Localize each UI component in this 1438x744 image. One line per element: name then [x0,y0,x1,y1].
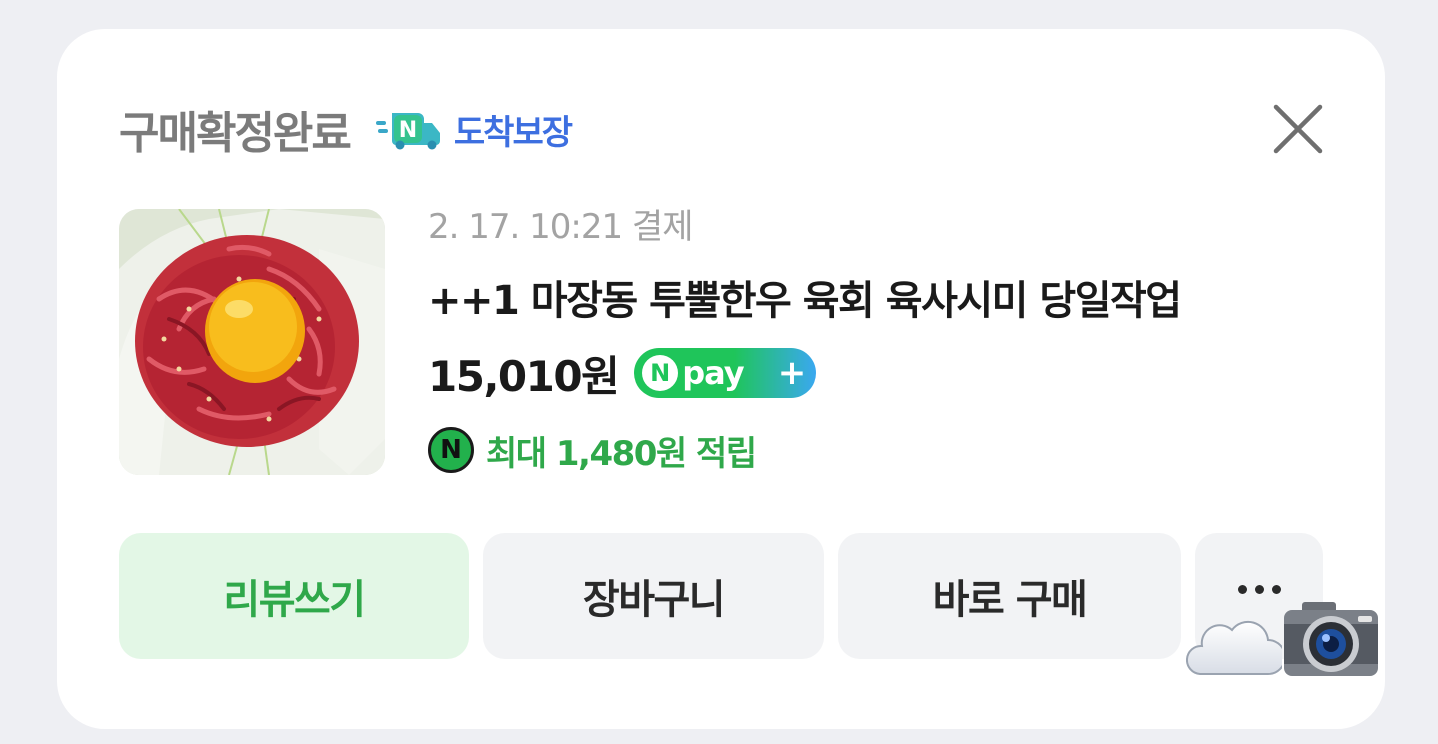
npay-plus-badge: N pay + [634,348,817,398]
delivery-guarantee-label: 도착보장 [453,112,573,153]
plus-icon: + [777,353,807,393]
action-buttons: 리뷰쓰기 장바구니 바로 구매 [119,533,1323,659]
payment-datetime: 2. 17. 10:21 결제 [428,207,693,247]
order-status-title: 구매확정완료 [119,108,352,159]
npay-n-icon: N [642,355,679,391]
reward-text: 최대 1,480원 적립 [486,433,757,474]
delivery-guarantee-badge: N 도착보장 [375,105,573,154]
product-price: 15,010원 [428,351,620,401]
npay-label: pay [682,354,744,392]
add-to-cart-button[interactable]: 장바구니 [483,533,824,659]
product-thumbnail[interactable] [119,209,385,475]
close-button[interactable] [1270,101,1326,157]
beef-tartare-image [119,209,385,475]
overlay-emoji-icons [1186,600,1380,680]
order-info: 2. 17. 10:21 결제 ++1 마장동 투뿔한우 육회 육사시미 당일작… [428,201,1328,475]
camera-icon [1284,602,1378,676]
close-icon [1273,104,1323,154]
cloud-icon [1186,620,1282,675]
write-review-button[interactable]: 리뷰쓰기 [119,533,469,659]
product-name[interactable]: ++1 마장동 투뿔한우 육회 육사시미 당일작업 [428,273,1328,329]
buy-now-button[interactable]: 바로 구매 [838,533,1181,659]
svg-text:N: N [399,118,417,143]
n-delivery-truck-icon: N [375,113,440,150]
card-header: 구매확정완료 N 도착보장 [119,99,573,159]
reward-row: N 최대 1,480원 적립 [428,425,1328,475]
more-dots-icon [1237,585,1281,594]
price-row: 15,010원 N pay + [428,345,1328,401]
n-point-icon: N [428,427,474,473]
